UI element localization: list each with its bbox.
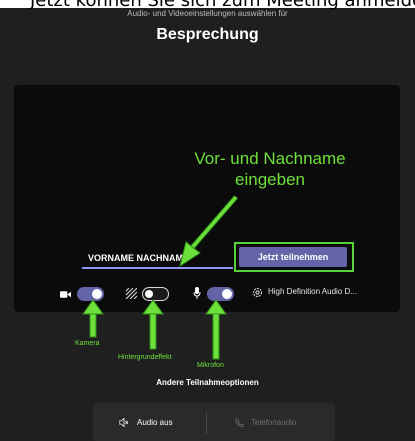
phone-audio-option[interactable]: Telefonaudio (251, 418, 296, 427)
other-join-options-heading: Andere Teilnahmeoptionen (156, 378, 259, 387)
toggle-knob (222, 289, 232, 299)
caption-banner: Jetzt können Sie sich zum Meeting anmeld… (0, 0, 415, 11)
audio-options-bar: Audio aus Telefonaudio (93, 403, 335, 441)
background-effect-icon (125, 288, 137, 299)
background-annotation-label: Hintergrundeffekt (118, 354, 172, 361)
camera-annotation-label: Kamera (75, 340, 100, 347)
meeting-title: Besprechung (156, 26, 259, 43)
microphone-icon (193, 287, 201, 299)
background-effect-toggle[interactable] (142, 287, 169, 301)
name-input[interactable] (82, 249, 233, 269)
toggle-knob (92, 289, 102, 299)
microphone-annotation-label: Mikrofon (197, 362, 224, 369)
gear-icon[interactable] (252, 287, 263, 298)
toggle-knob (145, 290, 153, 298)
camera-toggle[interactable] (77, 287, 104, 301)
annotation-line-2: eingeben (235, 170, 305, 189)
annotation-line-1: Vor- und Nachname (194, 149, 346, 168)
speaker-off-icon (119, 418, 129, 427)
audio-device-select[interactable]: High Definition Audio D... (268, 287, 357, 296)
join-now-button[interactable]: Jetzt teilnehmen (239, 247, 347, 267)
join-button-highlight: Jetzt teilnehmen (234, 242, 354, 272)
audio-divider (206, 412, 207, 434)
name-instruction-annotation: Vor- und Nachname eingeben (170, 148, 370, 190)
video-preview (14, 85, 400, 312)
microphone-toggle[interactable] (207, 287, 234, 301)
camera-icon (60, 291, 71, 298)
audio-off-option[interactable]: Audio aus (137, 418, 173, 427)
phone-icon (235, 418, 244, 427)
settings-subtitle: Audio- und Videoeinstellungen auswählen … (127, 9, 288, 18)
